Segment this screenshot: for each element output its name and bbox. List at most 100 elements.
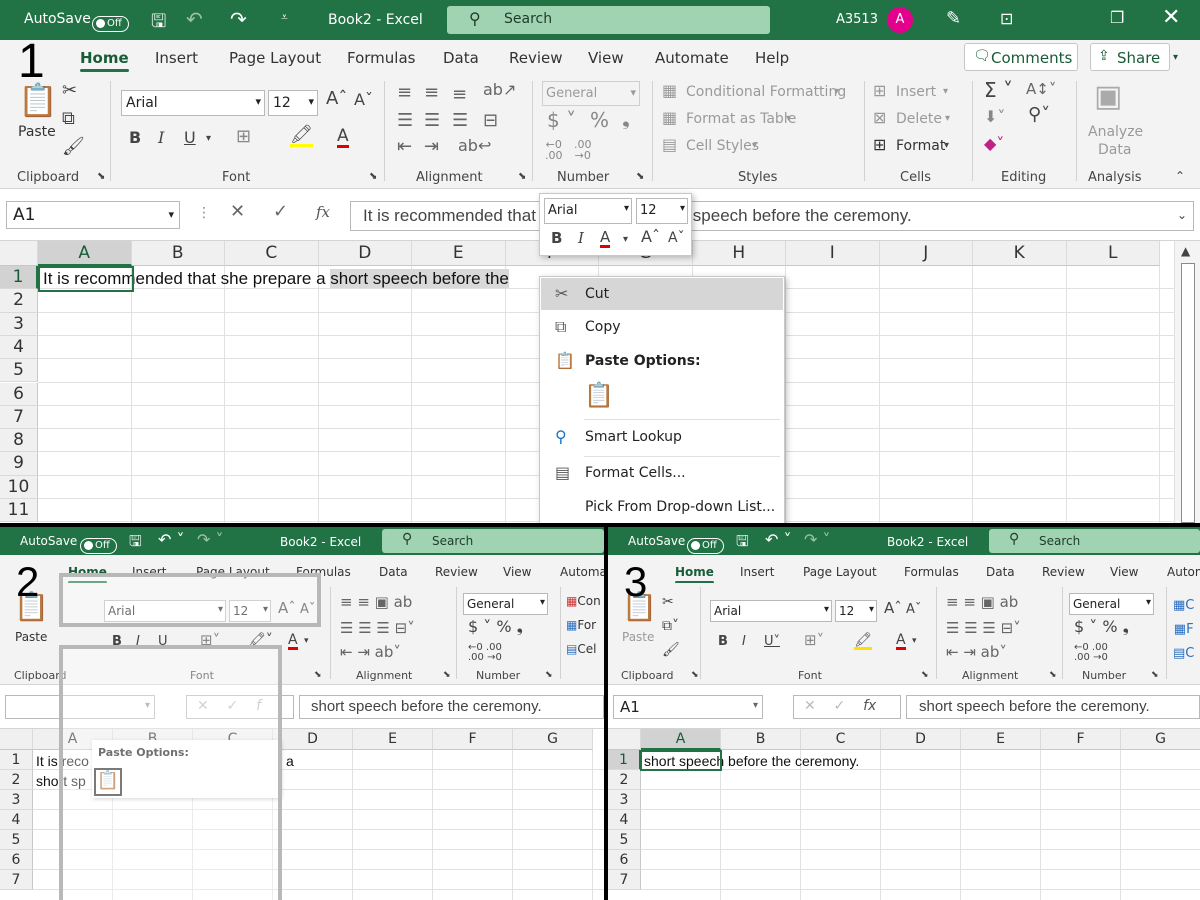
autosave-toggle[interactable]: Off bbox=[687, 538, 724, 554]
undo-icon[interactable]: ↶ ˅ bbox=[158, 530, 185, 549]
row-header-1[interactable]: 1 bbox=[608, 750, 641, 770]
delete-cells-button[interactable]: Delete bbox=[896, 111, 942, 127]
dialog-launcher-icon[interactable]: ⬊ bbox=[369, 172, 377, 182]
fill-color-icon[interactable]: 🖍 bbox=[854, 633, 872, 650]
pen-icon[interactable]: ✎ bbox=[946, 8, 961, 29]
bold-icon[interactable]: B bbox=[718, 635, 728, 648]
redo-icon[interactable]: ↷ bbox=[230, 7, 247, 31]
search-box[interactable]: ⚲ Search bbox=[989, 529, 1200, 553]
chevron-down-icon[interactable]: ▾ bbox=[752, 141, 757, 151]
cell-styles-button[interactable]: Cell Styles bbox=[686, 138, 759, 154]
font-color-icon[interactable]: A bbox=[288, 633, 298, 650]
row-header-2[interactable]: 2 bbox=[0, 289, 38, 313]
underline-icon[interactable]: U bbox=[184, 130, 196, 146]
tab-home[interactable]: Home bbox=[80, 49, 129, 72]
row-header-3[interactable]: 3 bbox=[608, 790, 641, 810]
tab-automate[interactable]: Automa bbox=[560, 565, 604, 579]
menu-item-cut[interactable]: ✂ Cut bbox=[541, 278, 783, 310]
tab-insert[interactable]: Insert bbox=[155, 49, 198, 67]
autosum-icon[interactable]: Σ ˅ bbox=[984, 80, 1013, 100]
alignment-icons-row3[interactable]: ⇤ ⇥ ab˅ bbox=[340, 645, 401, 660]
copy-icon[interactable]: ⧉ bbox=[62, 110, 75, 128]
search-box[interactable]: ⚲ Search bbox=[447, 6, 770, 34]
row-header-2[interactable]: 2 bbox=[608, 770, 641, 790]
align-right-icon[interactable]: ☰ bbox=[452, 112, 468, 130]
row-header-7[interactable]: 7 bbox=[0, 405, 38, 430]
chevron-down-icon[interactable]: ▾ bbox=[786, 114, 791, 124]
tab-view[interactable]: View bbox=[1110, 565, 1138, 579]
format-as-table-button[interactable]: Format as Table bbox=[686, 111, 796, 127]
row-header-5[interactable]: 5 bbox=[608, 830, 641, 850]
styles-icons[interactable]: ▦C ▦F ▤C bbox=[1173, 594, 1194, 666]
center-icon[interactable]: ☰ bbox=[424, 112, 440, 130]
dialog-launcher-icon[interactable]: ⬊ bbox=[636, 172, 644, 182]
underline-icon[interactable]: U˅ bbox=[764, 635, 780, 648]
column-header-e[interactable]: E bbox=[961, 729, 1041, 750]
column-header-g[interactable]: G bbox=[1121, 729, 1200, 750]
corner-select-all[interactable] bbox=[0, 729, 33, 750]
comments-button[interactable]: 🗨 Comments bbox=[964, 43, 1078, 71]
number-format-dropdown[interactable]: General ▾ bbox=[463, 593, 548, 615]
tab-data[interactable]: Data bbox=[379, 565, 408, 579]
comma-icon[interactable]: ❟ bbox=[622, 108, 630, 128]
cancel-icon[interactable]: ✕ bbox=[230, 203, 245, 221]
tab-page-layout[interactable]: Page Layout bbox=[229, 49, 321, 67]
wrap-text-icon[interactable]: ab↩ bbox=[458, 138, 491, 154]
column-header-j[interactable]: J bbox=[879, 241, 973, 266]
chevron-down-icon[interactable]: ▾ bbox=[943, 87, 948, 97]
increase-indent-icon[interactable]: ⇥ bbox=[424, 138, 439, 156]
decrease-font-icon[interactable]: Aˇ bbox=[906, 603, 921, 616]
restore-icon[interactable]: ❐ bbox=[1110, 8, 1124, 27]
alignment-icons-row1[interactable]: ≡ ≡ ▣ ab bbox=[946, 595, 1018, 610]
number-format-dropdown[interactable]: General ▾ bbox=[1069, 593, 1154, 615]
tab-review[interactable]: Review bbox=[435, 565, 478, 579]
paste-button[interactable]: Paste bbox=[15, 630, 47, 644]
tab-insert[interactable]: Insert bbox=[740, 565, 774, 579]
italic-icon[interactable]: I bbox=[578, 231, 584, 246]
analyze-data-button[interactable]: Analyze bbox=[1088, 124, 1143, 140]
autosave-toggle[interactable]: Off bbox=[80, 538, 117, 554]
dialog-launcher-icon[interactable]: ⬊ bbox=[1151, 671, 1159, 680]
chevron-down-icon[interactable]: ▾ bbox=[206, 134, 211, 144]
tab-formulas[interactable]: Formulas bbox=[904, 565, 959, 579]
font-name-dropdown[interactable]: Arial ▾ bbox=[121, 90, 265, 116]
borders-icon[interactable]: ⊞˅ bbox=[804, 633, 824, 648]
column-header-f[interactable]: F bbox=[433, 729, 513, 750]
column-header-l[interactable]: L bbox=[1066, 241, 1160, 266]
paste-button[interactable]: Paste bbox=[18, 124, 56, 140]
collapse-ribbon-icon[interactable]: ⌃ bbox=[1175, 170, 1185, 182]
column-header-k[interactable]: K bbox=[973, 241, 1067, 266]
scroll-thumb[interactable] bbox=[1181, 263, 1195, 523]
row-header-6[interactable]: 6 bbox=[608, 850, 641, 870]
undo-icon[interactable]: ↶ ˅ bbox=[765, 530, 792, 549]
format-as-table-button[interactable]: ▦For bbox=[566, 618, 596, 632]
mini-font-dropdown[interactable]: Arial ▾ bbox=[544, 198, 632, 224]
top-align-icon[interactable]: ≡ bbox=[397, 84, 412, 102]
vertical-scrollbar[interactable]: ▲ bbox=[1174, 241, 1200, 523]
menu-item-pick-from-list[interactable]: Pick From Drop-down List... bbox=[541, 493, 783, 523]
decrease-font-icon[interactable]: Aˇ bbox=[354, 92, 373, 108]
row-header-10[interactable]: 10 bbox=[0, 475, 38, 499]
chevron-down-icon[interactable]: ▾ bbox=[912, 637, 917, 646]
chevron-down-icon[interactable]: ▾ bbox=[834, 87, 839, 97]
share-dropdown-icon[interactable]: ▾ bbox=[1173, 52, 1178, 63]
name-box[interactable]: A1 ▾ bbox=[613, 695, 763, 719]
column-header-d[interactable]: D bbox=[273, 729, 353, 750]
row-header-8[interactable]: 8 bbox=[0, 429, 38, 453]
currency-icon[interactable]: $ ˅ % ❟ bbox=[1074, 619, 1129, 635]
font-name-dropdown[interactable]: Arial ▾ bbox=[710, 600, 832, 622]
avatar[interactable]: A bbox=[887, 7, 913, 33]
merge-icon[interactable]: ⊟ bbox=[483, 112, 498, 130]
alignment-icons-row1[interactable]: ≡ ≡ ▣ ab bbox=[340, 595, 412, 610]
tab-home[interactable]: Home bbox=[675, 565, 714, 584]
tab-review[interactable]: Review bbox=[1042, 565, 1085, 579]
alignment-icons-row2[interactable]: ☰ ☰ ☰ ⊟˅ bbox=[340, 621, 415, 636]
analyze-data-icon[interactable]: ▣ bbox=[1094, 82, 1122, 112]
column-header-e[interactable]: E bbox=[353, 729, 433, 750]
tab-view[interactable]: View bbox=[588, 49, 624, 67]
column-header-a[interactable]: A bbox=[38, 241, 132, 266]
name-box[interactable]: A1 ▾ bbox=[6, 201, 180, 229]
tab-view[interactable]: View bbox=[503, 565, 531, 579]
tab-automate[interactable]: Autom bbox=[1167, 565, 1200, 579]
format-as-table-icon[interactable]: ▦ bbox=[662, 110, 677, 126]
